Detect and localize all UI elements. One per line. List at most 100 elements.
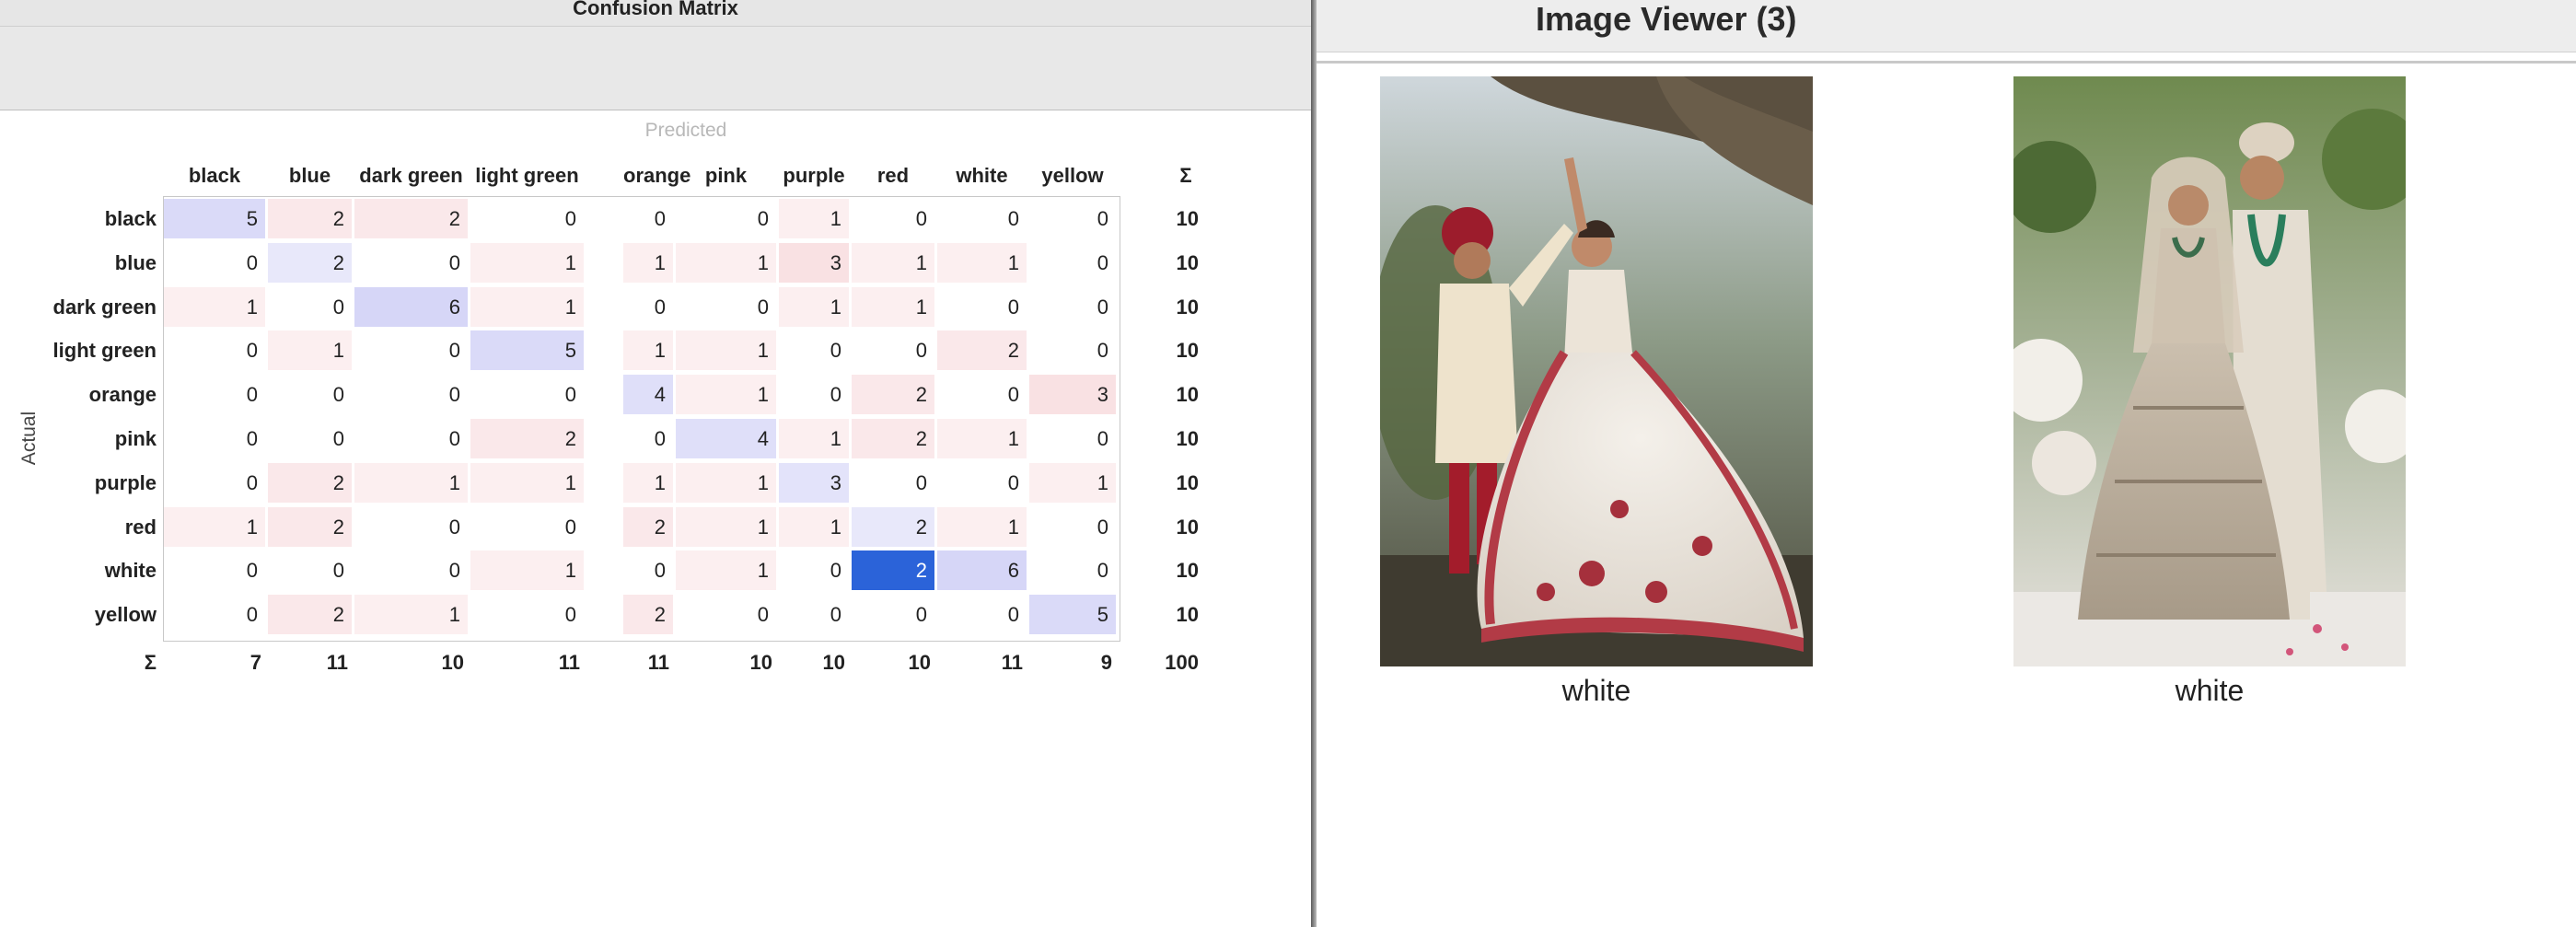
matrix-cell[interactable]: 0 <box>470 199 584 238</box>
matrix-cell[interactable]: 1 <box>470 462 584 503</box>
matrix-cell[interactable]: 0 <box>354 243 468 283</box>
matrix-cell[interactable]: 1 <box>676 330 776 371</box>
matrix-cell[interactable]: 0 <box>268 375 352 414</box>
matrix-cell[interactable]: 1 <box>937 506 1027 547</box>
matrix-cell[interactable]: 0 <box>852 199 934 238</box>
matrix-cell[interactable]: 0 <box>779 375 849 414</box>
matrix-cell[interactable]: 2 <box>852 419 934 458</box>
matrix-cell[interactable]: 1 <box>779 506 849 547</box>
image-thumbnail-2[interactable] <box>2013 76 2406 666</box>
matrix-cell[interactable]: 0 <box>268 550 352 590</box>
matrix-cell[interactable]: 2 <box>623 506 673 547</box>
image-thumbnail-1[interactable] <box>1380 76 1813 666</box>
matrix-cell[interactable]: 1 <box>623 462 673 503</box>
matrix-cell[interactable]: 1 <box>779 286 849 327</box>
matrix-cell[interactable]: 0 <box>1029 330 1116 370</box>
matrix-cell[interactable]: 6 <box>937 550 1027 591</box>
matrix-cell[interactable]: 0 <box>779 330 849 370</box>
matrix-cell[interactable]: 0 <box>164 550 265 590</box>
matrix-cell[interactable]: 0 <box>623 550 673 590</box>
matrix-cell[interactable]: 0 <box>164 595 265 634</box>
matrix-cell[interactable]: 1 <box>676 242 776 283</box>
matrix-cell[interactable]: 0 <box>164 330 265 370</box>
matrix-cell[interactable]: 1 <box>937 242 1027 283</box>
matrix-cell[interactable]: 4 <box>676 419 776 458</box>
matrix-cell[interactable]: 2 <box>937 330 1027 371</box>
matrix-cell[interactable]: 1 <box>354 462 468 503</box>
matrix-cell[interactable]: 0 <box>1029 419 1116 458</box>
matrix-cell[interactable]: 1 <box>676 550 776 591</box>
window-title-bar[interactable]: Confusion Matrix <box>0 0 1311 27</box>
matrix-cell[interactable]: 4 <box>623 375 673 415</box>
matrix-cell[interactable]: 2 <box>852 506 934 547</box>
matrix-cell[interactable]: 0 <box>937 463 1027 503</box>
matrix-cell[interactable]: 1 <box>676 506 776 547</box>
matrix-cell[interactable]: 0 <box>354 375 468 414</box>
matrix-cell[interactable]: 0 <box>164 375 265 414</box>
matrix-cell[interactable]: 0 <box>852 330 934 370</box>
matrix-cell[interactable]: 1 <box>164 506 265 547</box>
matrix-cell[interactable]: 2 <box>268 506 352 547</box>
matrix-cell[interactable]: 0 <box>1029 287 1116 327</box>
matrix-cell[interactable]: 0 <box>164 243 265 283</box>
matrix-cell[interactable]: 1 <box>852 286 934 327</box>
matrix-cell[interactable]: 2 <box>268 462 352 503</box>
matrix-cell[interactable]: 1 <box>676 375 776 415</box>
matrix-cell[interactable]: 0 <box>1029 550 1116 590</box>
matrix-cell[interactable]: 1 <box>623 242 673 283</box>
matrix-cell[interactable]: 2 <box>623 595 673 635</box>
matrix-cell[interactable]: 1 <box>1029 462 1116 503</box>
matrix-cell[interactable]: 0 <box>852 595 934 634</box>
matrix-cell[interactable]: 3 <box>1029 375 1116 415</box>
matrix-cell[interactable]: 0 <box>164 463 265 503</box>
matrix-cell[interactable]: 0 <box>937 595 1027 634</box>
matrix-cell[interactable]: 0 <box>354 419 468 458</box>
matrix-cell[interactable]: 0 <box>354 550 468 590</box>
matrix-cell[interactable]: 2 <box>354 199 468 238</box>
matrix-cell[interactable]: 5 <box>470 330 584 371</box>
matrix-cell[interactable]: 3 <box>779 462 849 503</box>
confusion-matrix-grid[interactable]: 5220001000020111311010610011000105110020… <box>163 196 1120 642</box>
matrix-cell[interactable]: 0 <box>354 507 468 547</box>
matrix-cell[interactable]: 1 <box>852 242 934 283</box>
matrix-cell[interactable]: 0 <box>354 330 468 370</box>
matrix-cell-selected[interactable]: 2 <box>852 550 934 591</box>
matrix-cell[interactable]: 0 <box>1029 243 1116 283</box>
matrix-cell[interactable]: 0 <box>1029 507 1116 547</box>
matrix-cell[interactable]: 5 <box>164 199 265 238</box>
matrix-cell[interactable]: 2 <box>268 199 352 238</box>
window-title-bar[interactable]: Image Viewer (3) <box>1317 0 2576 52</box>
matrix-cell[interactable]: 1 <box>268 330 352 371</box>
matrix-cell[interactable]: 0 <box>1029 199 1116 238</box>
matrix-cell[interactable]: 1 <box>779 419 849 458</box>
matrix-cell[interactable]: 5 <box>1029 595 1116 635</box>
matrix-cell[interactable]: 0 <box>268 287 352 327</box>
matrix-cell[interactable]: 0 <box>676 595 776 634</box>
matrix-cell[interactable]: 0 <box>676 287 776 327</box>
matrix-cell[interactable]: 0 <box>268 419 352 458</box>
matrix-cell[interactable]: 6 <box>354 286 468 327</box>
matrix-cell[interactable]: 0 <box>852 463 934 503</box>
matrix-cell[interactable]: 1 <box>470 286 584 327</box>
matrix-cell[interactable]: 0 <box>937 287 1027 327</box>
matrix-cell[interactable]: 0 <box>164 419 265 458</box>
matrix-cell[interactable]: 0 <box>623 287 673 327</box>
matrix-cell[interactable]: 2 <box>852 375 934 415</box>
matrix-cell[interactable]: 1 <box>354 595 468 635</box>
matrix-cell[interactable]: 3 <box>779 242 849 283</box>
matrix-cell[interactable]: 1 <box>164 286 265 327</box>
matrix-cell[interactable]: 0 <box>779 550 849 590</box>
matrix-cell[interactable]: 0 <box>623 199 673 238</box>
matrix-cell[interactable]: 0 <box>470 375 584 414</box>
matrix-cell[interactable]: 2 <box>268 242 352 283</box>
matrix-cell[interactable]: 1 <box>470 242 584 283</box>
matrix-cell[interactable]: 1 <box>779 199 849 238</box>
matrix-cell[interactable]: 1 <box>470 550 584 591</box>
matrix-cell[interactable]: 0 <box>470 595 584 634</box>
matrix-cell[interactable]: 0 <box>779 595 849 634</box>
matrix-cell[interactable]: 0 <box>676 199 776 238</box>
matrix-cell[interactable]: 0 <box>937 199 1027 238</box>
matrix-cell[interactable]: 0 <box>470 507 584 547</box>
matrix-cell[interactable]: 1 <box>937 419 1027 458</box>
matrix-cell[interactable]: 0 <box>623 419 673 458</box>
